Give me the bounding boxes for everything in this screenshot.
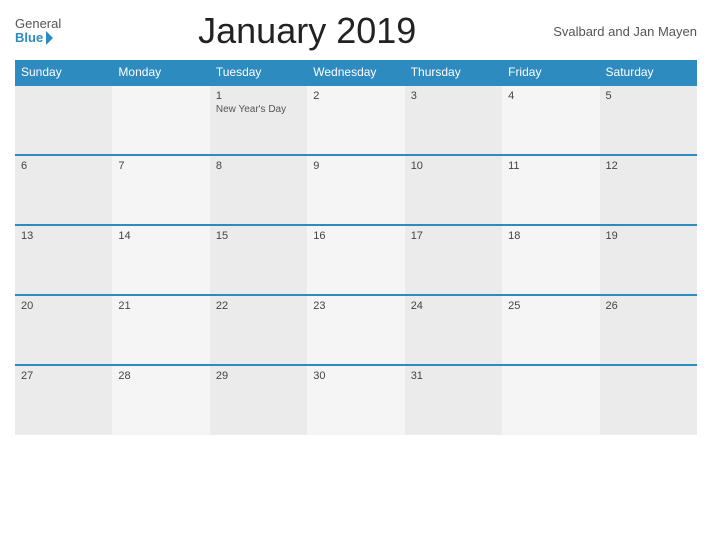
weekday-header-tuesday: Tuesday (210, 60, 307, 85)
calendar-cell: 24 (405, 295, 502, 365)
calendar-cell: 7 (112, 155, 209, 225)
calendar-cell: 13 (15, 225, 112, 295)
calendar-cell (112, 85, 209, 155)
logo-general-text: General (15, 17, 61, 31)
calendar-cell: 21 (112, 295, 209, 365)
logo-triangle-icon (46, 31, 53, 45)
calendar-cell: 8 (210, 155, 307, 225)
calendar-cell: 11 (502, 155, 599, 225)
logo: General Blue (15, 17, 61, 46)
day-number: 3 (411, 90, 496, 102)
day-number: 14 (118, 230, 203, 242)
calendar-cell: 27 (15, 365, 112, 435)
calendar-cell: 17 (405, 225, 502, 295)
weekday-header-thursday: Thursday (405, 60, 502, 85)
weekday-header-sunday: Sunday (15, 60, 112, 85)
calendar-cell: 3 (405, 85, 502, 155)
day-number: 23 (313, 300, 398, 312)
day-number: 21 (118, 300, 203, 312)
day-number: 31 (411, 370, 496, 382)
day-number: 6 (21, 160, 106, 172)
day-number: 13 (21, 230, 106, 242)
day-number: 9 (313, 160, 398, 172)
day-number: 27 (21, 370, 106, 382)
day-number: 8 (216, 160, 301, 172)
weekday-header-wednesday: Wednesday (307, 60, 404, 85)
calendar-cell: 23 (307, 295, 404, 365)
calendar-cell: 25 (502, 295, 599, 365)
day-number: 2 (313, 90, 398, 102)
calendar-cell: 29 (210, 365, 307, 435)
calendar-cell (15, 85, 112, 155)
day-number: 26 (606, 300, 691, 312)
day-number: 4 (508, 90, 593, 102)
calendar-cell: 12 (600, 155, 697, 225)
calendar-cell: 26 (600, 295, 697, 365)
calendar-cell: 31 (405, 365, 502, 435)
day-number: 28 (118, 370, 203, 382)
week-row-3: 13 14 15 16 17 18 19 (15, 225, 697, 295)
calendar-cell: 9 (307, 155, 404, 225)
day-number: 5 (606, 90, 691, 102)
calendar-cell: 28 (112, 365, 209, 435)
calendar-cell: 15 (210, 225, 307, 295)
calendar-cell: 10 (405, 155, 502, 225)
weekday-header-friday: Friday (502, 60, 599, 85)
week-row-2: 67 89 10 11 12 (15, 155, 697, 225)
logo-blue-text: Blue (15, 31, 53, 45)
weekday-header-saturday: Saturday (600, 60, 697, 85)
weekday-header-monday: Monday (112, 60, 209, 85)
event-label: New Year's Day (216, 104, 301, 115)
day-number: 18 (508, 230, 593, 242)
day-number: 17 (411, 230, 496, 242)
calendar-container: General Blue January 2019 Svalbard and J… (0, 0, 712, 550)
calendar-cell: 14 (112, 225, 209, 295)
day-number: 19 (606, 230, 691, 242)
month-title: January 2019 (61, 10, 553, 52)
day-number: 22 (216, 300, 301, 312)
day-number: 11 (508, 160, 593, 172)
day-number: 24 (411, 300, 496, 312)
week-row-1: 1 New Year's Day 2 34 5 (15, 85, 697, 155)
calendar-cell: 22 (210, 295, 307, 365)
calendar-cell (502, 365, 599, 435)
calendar-cell: 5 (600, 85, 697, 155)
calendar-cell: 16 (307, 225, 404, 295)
calendar-cell: 18 (502, 225, 599, 295)
calendar-table: SundayMondayTuesdayWednesdayThursdayFrid… (15, 60, 697, 435)
calendar-cell: 19 (600, 225, 697, 295)
day-number: 20 (21, 300, 106, 312)
day-number: 10 (411, 160, 496, 172)
day-number: 29 (216, 370, 301, 382)
week-row-4: 20 21 22 23 24 25 26 (15, 295, 697, 365)
calendar-cell: 1 New Year's Day (210, 85, 307, 155)
week-row-5: 27 28 29 30 31 (15, 365, 697, 435)
day-number: 15 (216, 230, 301, 242)
day-number: 7 (118, 160, 203, 172)
day-number: 30 (313, 370, 398, 382)
calendar-header: General Blue January 2019 Svalbard and J… (15, 10, 697, 52)
calendar-cell: 6 (15, 155, 112, 225)
day-number: 12 (606, 160, 691, 172)
calendar-cell: 20 (15, 295, 112, 365)
country-name: Svalbard and Jan Mayen (553, 24, 697, 39)
calendar-cell: 4 (502, 85, 599, 155)
day-number: 25 (508, 300, 593, 312)
day-number: 1 (216, 90, 301, 102)
calendar-cell: 30 (307, 365, 404, 435)
weekday-header-row: SundayMondayTuesdayWednesdayThursdayFrid… (15, 60, 697, 85)
day-number: 16 (313, 230, 398, 242)
calendar-cell: 2 (307, 85, 404, 155)
calendar-cell (600, 365, 697, 435)
